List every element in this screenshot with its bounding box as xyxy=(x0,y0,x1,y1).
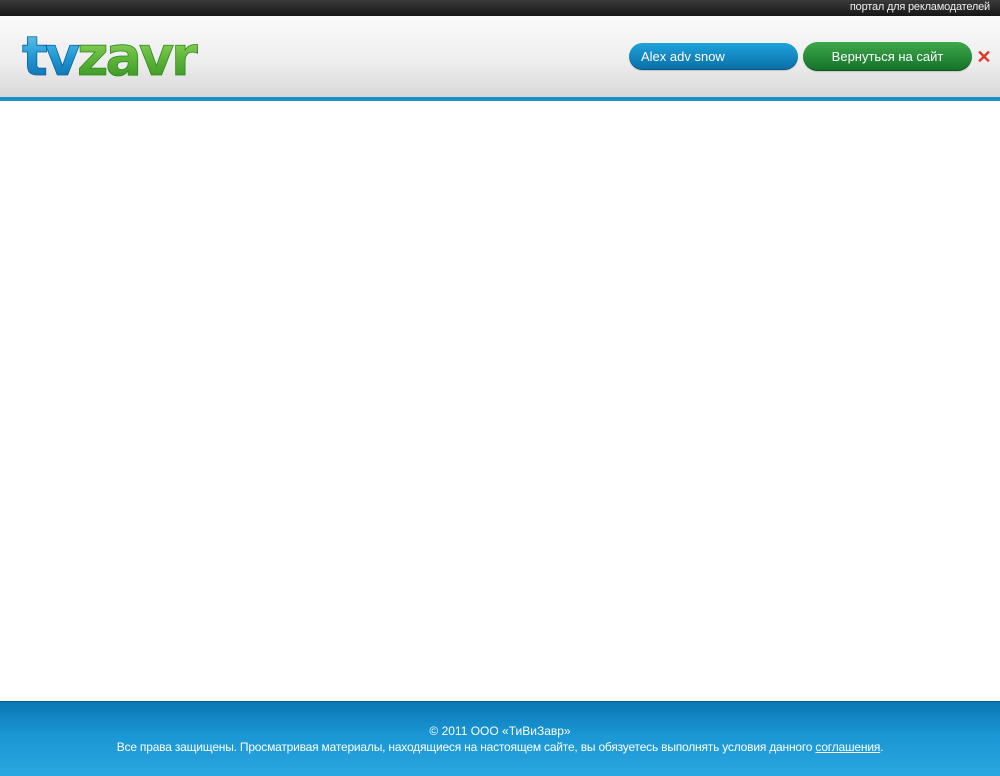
footer-notice: Все права защищены. Просматривая материа… xyxy=(116,740,813,754)
back-to-site-button[interactable]: Вернуться на сайт xyxy=(803,42,972,71)
user-account-pill[interactable]: Alex adv snow xyxy=(629,43,798,70)
tvzavr-logo[interactable]: tvzavr tvzavr xyxy=(22,25,234,89)
footer-period: . xyxy=(880,740,884,754)
logo-wordmark: tvzavr xyxy=(22,28,198,80)
close-icon[interactable]: ✕ xyxy=(975,48,993,66)
main-content xyxy=(0,101,1000,701)
logo-graphic: tvzavr tvzavr xyxy=(22,25,202,89)
advertiser-portal-label: портал для рекламодателей xyxy=(849,1,990,13)
footer: © 2011 ООО «ТиВиЗавр» Все права защищены… xyxy=(0,701,1000,776)
footer-copyright: © 2011 ООО «ТиВиЗавр» xyxy=(429,724,571,738)
top-bar: портал для рекламодателей xyxy=(0,0,1000,16)
footer-notice-line: Все права защищены. Просматривая материа… xyxy=(0,740,1000,754)
agreement-link[interactable]: соглашения xyxy=(815,740,880,754)
